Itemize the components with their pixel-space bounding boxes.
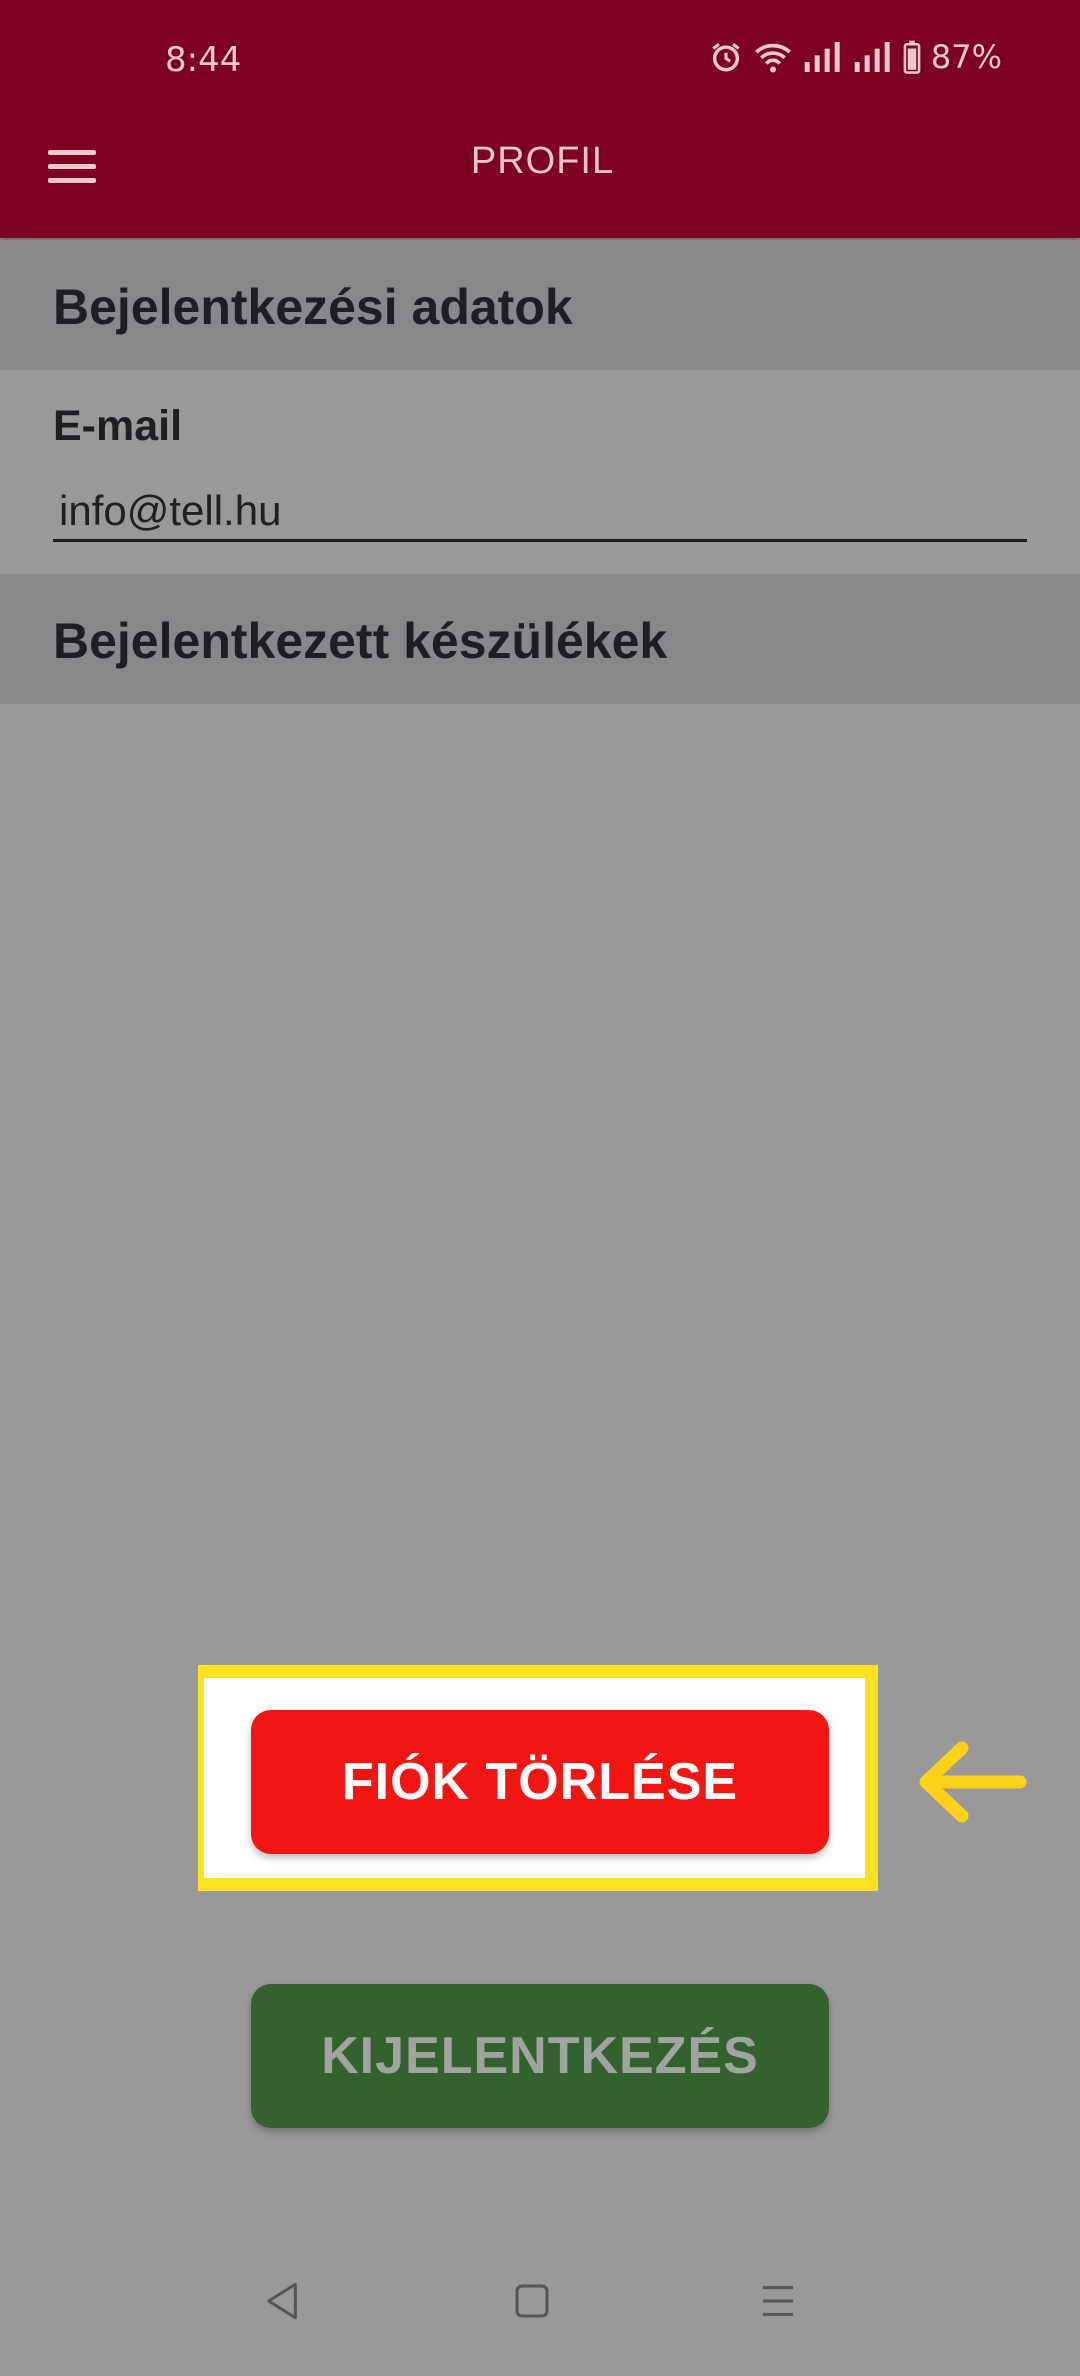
devices-section-title: Bejelentkezett készülékek (53, 613, 668, 669)
alarm-icon (712, 43, 740, 72)
status-time: 8:44 (165, 40, 242, 80)
devices-section-header: Bejelentkezett készülékek (0, 574, 1080, 704)
back-icon[interactable] (262, 2279, 302, 2323)
recents-icon[interactable] (758, 2279, 798, 2323)
email-field[interactable] (53, 482, 1027, 542)
page-title: PROFIL (470, 140, 615, 182)
status-bar: 8:44 87% (0, 0, 1080, 120)
wifi-icon (754, 43, 791, 73)
login-data-section-header: Bejelentkezési adatok (0, 240, 1080, 370)
system-nav-bar (0, 2255, 1080, 2376)
email-label: E-mail (53, 402, 183, 450)
delete-account-button[interactable]: FIÓK TÖRLÉSE (251, 1710, 829, 1854)
home-icon[interactable] (512, 2279, 552, 2323)
app-bar: 8:44 87% PROFIL (0, 0, 1080, 238)
devices-list (0, 704, 1080, 1654)
status-icons: 87% (709, 38, 1002, 76)
signal-icon (854, 42, 890, 72)
login-data-section-title: Bejelentkezési adatok (53, 279, 573, 335)
arrow-left-icon (919, 1741, 1027, 1823)
battery-percentage: 87% (930, 38, 1002, 76)
signal-icon (804, 42, 840, 72)
logout-button[interactable]: KIJELENTKEZÉS (251, 1984, 829, 2128)
battery-icon (903, 40, 921, 74)
